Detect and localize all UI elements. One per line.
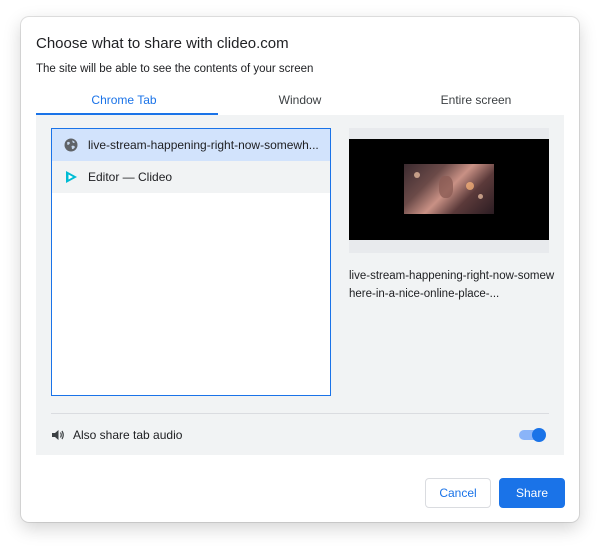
- dialog-title: Choose what to share with clideo.com: [36, 35, 289, 52]
- speaker-icon: [51, 428, 65, 442]
- source-label: Editor — Clideo: [88, 170, 173, 184]
- share-button[interactable]: Share: [499, 478, 565, 508]
- tab-window[interactable]: Window: [212, 89, 388, 115]
- globe-icon: [64, 138, 78, 152]
- share-audio-toggle[interactable]: [519, 428, 546, 442]
- clideo-play-icon: [64, 170, 78, 184]
- cancel-button[interactable]: Cancel: [425, 478, 491, 508]
- audio-label: Also share tab audio: [73, 428, 183, 442]
- tab-bar: Chrome Tab Window Entire screen: [36, 89, 564, 115]
- dialog-subtitle: The site will be able to see the content…: [36, 63, 314, 75]
- preview-caption: live-stream-happening-right-now-somewher…: [349, 270, 555, 300]
- list-item[interactable]: live-stream-happening-right-now-somewh..…: [52, 129, 330, 161]
- share-panel: live-stream-happening-right-now-somewh..…: [36, 115, 564, 455]
- audio-share-row: Also share tab audio: [51, 426, 549, 444]
- source-label: live-stream-happening-right-now-somewh..…: [88, 138, 319, 152]
- preview-thumbnail: [349, 128, 549, 253]
- tab-entire-screen[interactable]: Entire screen: [388, 89, 564, 115]
- divider: [51, 413, 549, 414]
- list-item[interactable]: Editor — Clideo: [52, 161, 330, 193]
- preview-frame: [349, 139, 549, 240]
- toggle-knob: [532, 428, 546, 442]
- source-list[interactable]: live-stream-happening-right-now-somewh..…: [51, 128, 331, 396]
- preview-video-image: [404, 164, 494, 214]
- share-dialog: Choose what to share with clideo.com The…: [21, 17, 579, 522]
- tab-chrome-tab[interactable]: Chrome Tab: [36, 89, 212, 115]
